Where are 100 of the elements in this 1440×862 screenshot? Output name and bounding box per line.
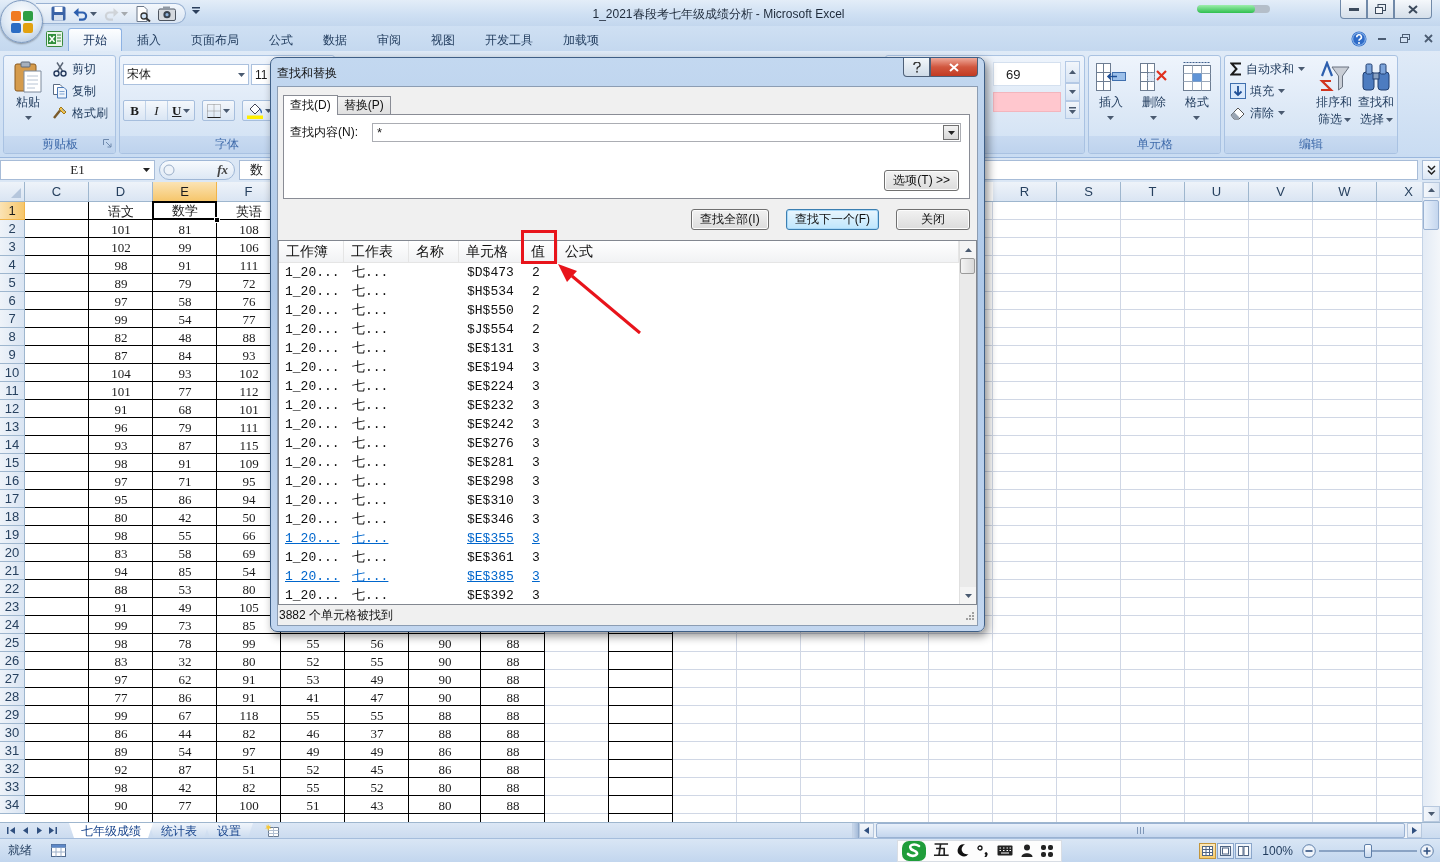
table-cell: 102	[239, 365, 259, 381]
table-cell: 99	[242, 635, 256, 651]
table-cell: 91	[178, 257, 192, 273]
result-value: 3	[532, 550, 540, 565]
result-sheet: 七...	[352, 588, 389, 603]
result-cell: $E$298	[467, 474, 514, 489]
table-cell: 42	[178, 779, 192, 795]
table-cell: 43	[370, 797, 384, 813]
table-cell: 58	[178, 293, 192, 309]
table-cell: 69	[242, 545, 256, 561]
table-cell: 88	[506, 707, 520, 723]
dialog-title: 查找和替换	[277, 65, 337, 82]
result-value: 2	[532, 303, 540, 318]
table-cell: 77	[178, 383, 192, 399]
result-sheet: 七...	[352, 360, 389, 375]
table-cell: 105	[239, 599, 259, 615]
results-count: 3882 个单元格被找到	[279, 606, 394, 624]
table-cell: 54	[242, 563, 256, 579]
table-cell: 80	[438, 797, 452, 813]
table-cell: 98	[114, 527, 128, 543]
table-cell: 32	[178, 653, 192, 669]
result-workbook: 1_20...	[285, 588, 340, 603]
table-cell: 87	[114, 347, 128, 363]
result-value: 3	[532, 360, 540, 375]
table-cell: 86	[114, 725, 128, 741]
table-cell: 90	[438, 671, 452, 687]
result-value: 3	[532, 455, 540, 470]
table-cell: 95	[242, 473, 256, 489]
table-cell: 83	[114, 545, 128, 561]
table-cell: 73	[178, 617, 192, 633]
table-cell: 81	[178, 221, 192, 237]
table-cell: 80	[242, 581, 256, 597]
table-cell: 77	[114, 689, 128, 705]
table-cell: 87	[178, 437, 192, 453]
result-value: 3	[532, 474, 540, 489]
table-cell: 英语	[236, 203, 262, 219]
table-cell: 55	[306, 779, 320, 795]
result-sheet: 七...	[352, 341, 389, 356]
table-cell: 88	[114, 581, 128, 597]
result-sheet: 七...	[352, 436, 389, 451]
table-cell: 44	[178, 725, 192, 741]
table-cell: 82	[242, 779, 256, 795]
group-label: 字体	[215, 136, 239, 153]
table-cell: 83	[114, 653, 128, 669]
table-cell: 99	[114, 311, 128, 327]
table-cell: 98	[114, 455, 128, 471]
table-cell: 99	[114, 707, 128, 723]
result-workbook: 1_20...	[285, 379, 340, 394]
result-cell: $E$361	[467, 550, 514, 565]
result-sheet: 七...	[352, 455, 389, 470]
table-cell: 54	[178, 743, 192, 759]
table-cell: 85	[242, 617, 256, 633]
table-cell: 88	[438, 725, 452, 741]
table-cell: 80	[438, 779, 452, 795]
result-cell: $E$276	[467, 436, 514, 451]
table-cell: 98	[114, 779, 128, 795]
table-cell: 88	[506, 653, 520, 669]
table-cell: 90	[438, 635, 452, 651]
table-cell: 93	[114, 437, 128, 453]
table-cell: 68	[178, 401, 192, 417]
table-cell: 109	[239, 455, 259, 471]
result-workbook: 1_20...	[285, 512, 340, 527]
table-cell: 80	[114, 509, 128, 525]
table-cell: 93	[242, 347, 256, 363]
result-cell: $E$392	[467, 588, 514, 603]
table-cell: 62	[178, 671, 192, 687]
table-cell: 77	[178, 797, 192, 813]
table-cell: 55	[370, 653, 384, 669]
result-value: 2	[532, 322, 540, 337]
table-cell: 96	[114, 419, 128, 435]
table-cell: 80	[242, 653, 256, 669]
table-cell: 95	[114, 491, 128, 507]
result-sheet: 七...	[352, 417, 389, 432]
result-value: 3	[532, 341, 540, 356]
table-cell: 47	[370, 689, 384, 705]
group-label: 剪贴板	[41, 136, 78, 153]
result-cell: $H$550	[467, 303, 514, 318]
table-cell: 99	[178, 239, 192, 255]
table-cell: 76	[242, 293, 256, 309]
result-sheet: 七...	[352, 265, 389, 280]
result-value: 3	[532, 588, 540, 603]
table-cell: 86	[178, 491, 192, 507]
table-cell: 86	[178, 689, 192, 705]
status-text: 就绪	[8, 842, 32, 859]
table-cell: 72	[242, 275, 256, 291]
table-cell: 88	[506, 635, 520, 651]
table-cell: 115	[239, 437, 259, 453]
result-sheet: 七...	[352, 474, 389, 489]
group-label: 单元格	[1136, 136, 1173, 153]
table-cell: 86	[438, 743, 452, 759]
table-cell: 45	[370, 761, 384, 777]
result-cell: $J$554	[467, 322, 514, 337]
result-workbook: 1_20...	[285, 474, 340, 489]
result-workbook: 1_20...	[285, 360, 340, 375]
table-cell: 88	[506, 761, 520, 777]
table-cell: 88	[506, 779, 520, 795]
table-cell: 102	[111, 239, 131, 255]
table-cell: 50	[242, 509, 256, 525]
table-cell: 93	[178, 365, 192, 381]
table-cell: 52	[306, 653, 320, 669]
